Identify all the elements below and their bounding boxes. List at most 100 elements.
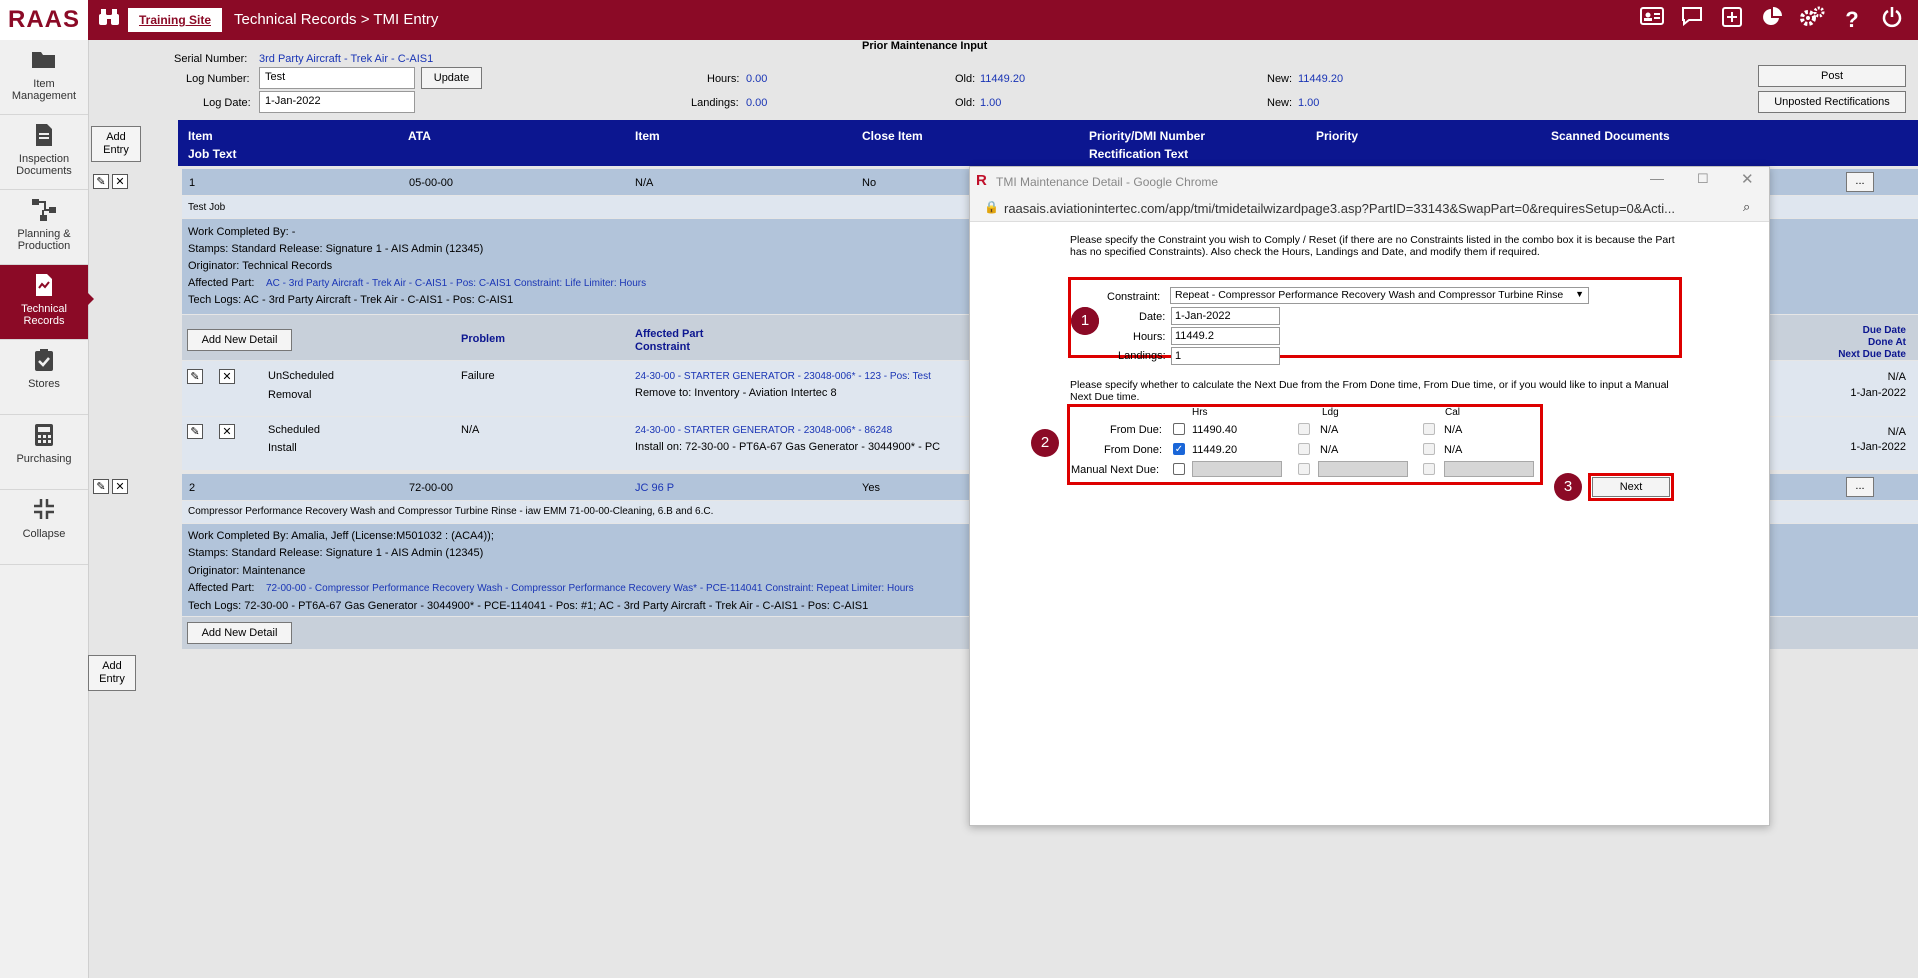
sidebar-item-label: Planning & Production — [17, 228, 71, 252]
job-text: Test Job — [188, 202, 226, 213]
detail-col-constraint: Constraint — [635, 341, 690, 353]
add-entry-button[interactable]: Add Entry — [91, 126, 141, 162]
next-button[interactable]: Next — [1592, 477, 1670, 497]
unposted-rectifications-button[interactable]: Unposted Rectifications — [1758, 91, 1906, 113]
sidebar-item-collapse[interactable]: Collapse — [0, 490, 88, 565]
sidebar-item-label: Stores — [28, 378, 60, 390]
pie-chart-icon[interactable] — [1757, 6, 1787, 34]
from-due-ldg-checkbox[interactable] — [1298, 423, 1310, 435]
col-job-text: Job Text — [188, 147, 237, 161]
manual-cal-checkbox[interactable] — [1423, 463, 1435, 475]
manual-ldg-input[interactable] — [1318, 461, 1408, 477]
detail-type: Scheduled — [268, 424, 320, 436]
clipboard-check-icon — [30, 348, 58, 374]
delete-detail-icon[interactable]: ✕ — [219, 424, 235, 439]
affected-part-link[interactable]: 72-00-00 - Compressor Performance Recove… — [266, 583, 914, 594]
delete-detail-icon[interactable]: ✕ — [219, 369, 235, 384]
sidebar-item-stores[interactable]: Stores — [0, 340, 88, 415]
detail-part-link[interactable]: 24-30-00 - STARTER GENERATOR - 23048-006… — [635, 425, 892, 436]
window-titlebar: R TMI Maintenance Detail - Google Chrome… — [970, 167, 1769, 195]
landings-input[interactable]: 1 — [1171, 347, 1280, 365]
work-completed: Work Completed By: - — [188, 226, 296, 238]
new-hours-value: 11449.20 — [1298, 73, 1344, 85]
sidebar-item-planning-production[interactable]: Planning & Production — [0, 190, 88, 265]
hours-input[interactable]: 11449.2 — [1171, 327, 1280, 345]
new-landings-label: New: — [1267, 97, 1293, 109]
add-new-detail-button[interactable]: Add New Detail — [187, 329, 292, 351]
originator: Originator: Maintenance — [188, 565, 306, 577]
serial-number-link[interactable]: 3rd Party Aircraft - Trek Air - C-AIS1 — [259, 53, 433, 65]
affected-part-label: Affected Part: — [188, 582, 255, 594]
entry-2-ata: 72-00-00 — [409, 482, 454, 494]
detail-part-link[interactable]: 24-30-00 - STARTER GENERATOR - 23048-006… — [635, 371, 931, 382]
close-icon[interactable]: ✕ — [1741, 170, 1754, 188]
from-done-ldg-checkbox[interactable] — [1298, 443, 1310, 455]
update-button[interactable]: Update — [421, 67, 482, 89]
date-input[interactable]: 1-Jan-2022 — [1171, 307, 1280, 325]
affected-part-link[interactable]: AC - 3rd Party Aircraft - Trek Air - C-A… — [266, 278, 646, 289]
from-done-hrs: 11449.20 — [1192, 444, 1238, 456]
calc-instructions: Please specify whether to calculate the … — [1070, 379, 1669, 403]
id-card-icon[interactable] — [1637, 6, 1667, 34]
sidebar-item-technical-records[interactable]: Technical Records — [0, 265, 88, 340]
from-done-cal-checkbox[interactable] — [1423, 443, 1435, 455]
landings-value: 0.00 — [746, 97, 768, 109]
entry-2-num: 2 — [189, 482, 196, 494]
zoom-icon[interactable]: ⌕ — [1743, 199, 1750, 215]
manual-next-due-checkbox[interactable] — [1173, 463, 1185, 475]
collapse-icon — [30, 498, 58, 524]
add-new-detail-button[interactable]: Add New Detail — [187, 622, 292, 644]
entry-1-ellipsis-button[interactable]: ... — [1846, 172, 1874, 192]
affected-part-label: Affected Part: — [188, 277, 255, 289]
log-date-input[interactable]: 1-Jan-2022 — [259, 91, 415, 113]
new-hours-label: New: — [1267, 73, 1293, 85]
log-number-input[interactable]: Test — [259, 67, 415, 89]
binoculars-icon[interactable] — [96, 8, 122, 32]
hours-label: Hours: — [707, 73, 740, 85]
entry-2-item-link[interactable]: JC 96 P — [635, 482, 674, 494]
help-icon[interactable]: ? — [1837, 6, 1867, 34]
delete-entry-1-icon[interactable]: ✕ — [112, 174, 128, 189]
edit-entry-2-icon[interactable]: ✎ — [93, 479, 109, 494]
power-icon[interactable] — [1877, 6, 1907, 34]
constraint-select[interactable]: Repeat - Compressor Performance Recovery… — [1170, 287, 1589, 304]
stamps: Stamps: Standard Release: Signature 1 - … — [188, 547, 484, 559]
delete-entry-2-icon[interactable]: ✕ — [112, 479, 128, 494]
add-entry-bottom-button[interactable]: Add Entry — [88, 655, 136, 691]
window-title: TMI Maintenance Detail - Google Chrome — [996, 175, 1219, 189]
detail-action: Removal — [268, 389, 312, 401]
sidebar-item-inspection-documents[interactable]: Inspection Documents — [0, 115, 88, 190]
post-button[interactable]: Post — [1758, 65, 1906, 87]
sidebar-item-purchasing[interactable]: Purchasing — [0, 415, 88, 490]
sidebar-item-label: Inspection Documents — [16, 153, 72, 177]
manual-cal-input[interactable] — [1444, 461, 1534, 477]
tech-logs: Tech Logs: 72-30-00 - PT6A-67 Gas Genera… — [188, 600, 869, 612]
edit-entry-1-icon[interactable]: ✎ — [93, 174, 109, 189]
lock-icon: 🔒 — [984, 200, 999, 214]
from-done-ldg: N/A — [1320, 444, 1339, 456]
gears-icon[interactable] — [1797, 6, 1827, 34]
edit-detail-icon[interactable]: ✎ — [187, 424, 203, 439]
col-item2: Item — [635, 129, 660, 143]
constraint-label: Constraint: — [1107, 291, 1161, 303]
address-bar[interactable]: 🔒 raasais.aviationintertec.com/app/tmi/t… — [970, 195, 1769, 222]
from-due-cal-checkbox[interactable] — [1423, 423, 1435, 435]
manual-ldg-checkbox[interactable] — [1298, 463, 1310, 475]
raas-logo[interactable]: RAAS — [0, 0, 88, 40]
sidebar-item-label: Technical Records — [21, 303, 67, 327]
chat-icon[interactable] — [1677, 6, 1707, 34]
from-due-hrs-checkbox[interactable] — [1173, 423, 1185, 435]
from-due-label: From Due: — [1110, 424, 1162, 436]
plus-square-icon[interactable] — [1717, 6, 1747, 34]
manual-hrs-input[interactable] — [1192, 461, 1282, 477]
minimize-icon[interactable]: — — [1650, 170, 1664, 186]
from-done-hrs-checkbox[interactable]: ✓ — [1173, 443, 1185, 455]
edit-detail-icon[interactable]: ✎ — [187, 369, 203, 384]
maximize-icon[interactable]: ☐ — [1697, 171, 1709, 187]
landings-label: Landings: — [691, 97, 739, 109]
training-site-tab[interactable]: Training Site — [128, 8, 222, 32]
sidebar-item-item-management[interactable]: Item Management — [0, 40, 88, 115]
col-hrs: Hrs — [1192, 407, 1208, 418]
entry-2-ellipsis-button[interactable]: ... — [1846, 477, 1874, 497]
from-done-cal: N/A — [1444, 444, 1463, 456]
